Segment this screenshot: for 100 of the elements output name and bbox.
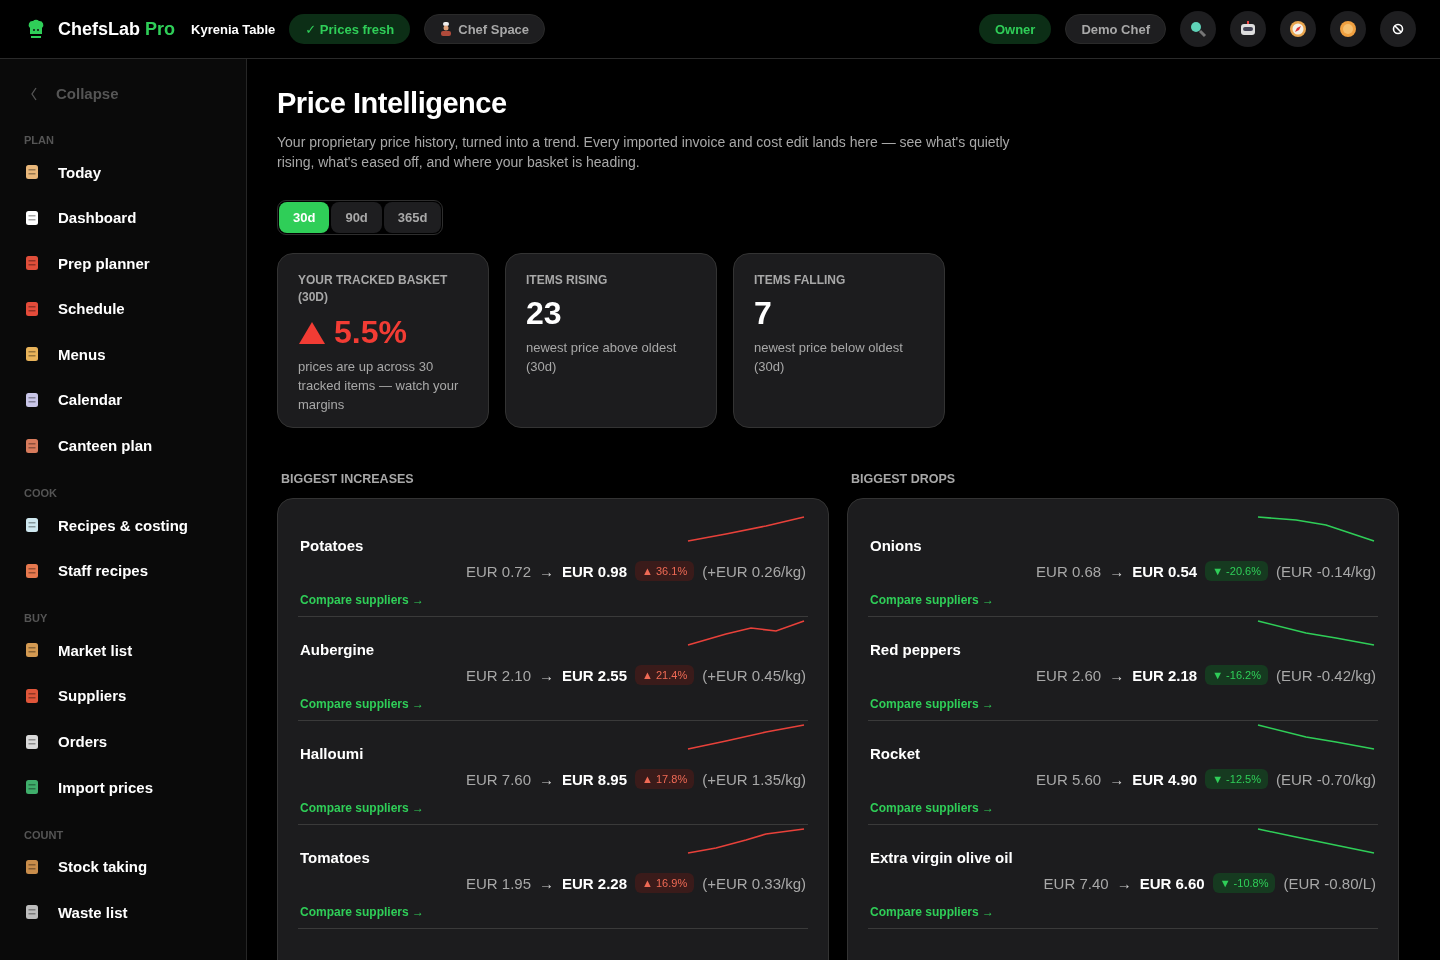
robot-icon	[1239, 20, 1257, 38]
stat-caption: newest price below oldest (30d)	[754, 339, 904, 376]
arrow: →	[539, 562, 554, 580]
stat-label: YOUR TRACKED BASKET (30D)	[298, 272, 449, 306]
compare-suppliers-link[interactable]: Compare suppliers →	[300, 801, 425, 815]
new-price: EUR 8.95	[562, 770, 628, 788]
nav-item[interactable]: Dashboard	[24, 207, 246, 228]
new-price: EUR 0.98	[562, 562, 628, 580]
item-name: Tomatoes	[300, 849, 370, 866]
stat-label: ITEMS RISING	[526, 272, 609, 289]
old-price: EUR 0.72	[465, 562, 531, 580]
stat-caption: newest price above oldest (30d)	[526, 339, 678, 376]
new-price: EUR 2.18	[1132, 666, 1198, 684]
old-price: EUR 1.95	[465, 874, 531, 892]
robot-button[interactable]	[1230, 11, 1266, 47]
price-delta: (EUR -0.80/L)	[1283, 874, 1376, 892]
old-price: EUR 7.60	[465, 770, 531, 788]
trend-value: 5.5%	[298, 314, 468, 351]
item-name: Red peppers	[870, 641, 961, 658]
page-title: Price Intelligence	[277, 87, 508, 120]
chevron-left-icon	[30, 85, 38, 102]
compare-suppliers-link[interactable]: Compare suppliers →	[300, 697, 425, 711]
arrow: →	[539, 770, 554, 788]
item-name: Onions	[870, 537, 922, 554]
nav-section-title: PLAN	[24, 134, 55, 146]
app-name: ChefsLab	[58, 18, 140, 40]
search-icon	[1189, 20, 1207, 38]
prohibited-icon	[1392, 23, 1404, 35]
compare-suppliers-link[interactable]: Compare suppliers →	[300, 593, 425, 607]
nav-item[interactable]: Canteen plan	[24, 435, 246, 456]
item-name: Halloumi	[300, 745, 364, 762]
old-price: EUR 7.40	[1043, 874, 1109, 892]
nav-item[interactable]: Today	[24, 162, 246, 182]
price-delta: (+EUR 0.26/kg)	[702, 562, 806, 580]
stat-value: 7	[754, 295, 773, 332]
change-badge: ▼ -12.5%	[1205, 769, 1268, 789]
nav-item[interactable]: Recipes & costing	[24, 515, 246, 536]
venue-name: Kyrenia Table	[191, 21, 276, 37]
compare-suppliers-link[interactable]: Compare suppliers →	[870, 801, 995, 815]
nav-item[interactable]: Market list	[24, 640, 246, 661]
arrow: →	[1116, 874, 1132, 892]
stat-label: ITEMS FALLING	[754, 272, 847, 289]
change-badge: ▼ -16.2%	[1205, 665, 1268, 685]
search-button[interactable]	[1180, 11, 1216, 47]
arrow: →	[539, 874, 554, 892]
new-price: EUR 2.28	[562, 874, 628, 892]
nav-item[interactable]: Suppliers	[24, 685, 246, 706]
up-triangle-icon	[298, 320, 326, 345]
arrow: →	[1109, 770, 1125, 788]
nav-item[interactable]: Prep planner	[24, 253, 246, 274]
arrow: →	[539, 666, 554, 684]
compass-button[interactable]	[1280, 11, 1316, 47]
nav-item[interactable]: Schedule	[24, 298, 246, 319]
user-button[interactable]: Demo Chef	[1065, 14, 1166, 44]
nav-item[interactable]: Staff recipes	[24, 560, 246, 581]
nav-item[interactable]: Calendar	[24, 389, 246, 410]
nav-item[interactable]: Import prices	[24, 777, 246, 798]
chef-space-button[interactable]: Chef Space	[424, 14, 546, 44]
change-badge: ▲ 16.9%	[635, 873, 695, 893]
new-price: EUR 6.60	[1139, 874, 1205, 892]
compare-suppliers-link[interactable]: Compare suppliers →	[870, 697, 995, 711]
section-title: BIGGEST DROPS	[851, 472, 957, 486]
nav-section-title: COOK	[24, 487, 58, 500]
role-badge: Owner	[978, 14, 1052, 44]
arrow: →	[1109, 562, 1125, 580]
new-price: EUR 2.55	[562, 666, 628, 684]
section-title: BIGGEST INCREASES	[281, 472, 415, 486]
nav-item[interactable]: Stock taking	[24, 856, 246, 877]
old-price: EUR 2.10	[465, 666, 531, 684]
app-edition: Pro	[145, 18, 176, 40]
stat-caption: prices are up across 30 tracked items — watch your margins	[298, 358, 460, 414]
price-delta: (EUR -0.14/kg)	[1275, 562, 1376, 580]
change-badge: ▲ 17.8%	[635, 769, 695, 789]
price-delta: (EUR -0.70/kg)	[1275, 770, 1376, 788]
new-price: EUR 0.54	[1132, 562, 1198, 580]
compare-suppliers-link[interactable]: Compare suppliers →	[870, 593, 995, 607]
nav-section-title: COUNT	[24, 828, 65, 841]
range-tab[interactable]: 365d	[383, 202, 442, 233]
status-badge: ✓ Prices fresh	[289, 14, 411, 44]
change-badge: ▲ 36.1%	[635, 561, 695, 581]
page-description: Your proprietary price history, turned into a trend. Every imported invoice and cost edit lands here — see what's quietly rising, what's eased off, and where your basket is heading.	[277, 133, 1011, 172]
compare-suppliers-link[interactable]: Compare suppliers →	[870, 905, 995, 919]
old-price: EUR 2.60	[1036, 666, 1102, 684]
change-badge: ▼ -20.6%	[1205, 561, 1268, 581]
nav-item[interactable]: Waste list	[24, 902, 246, 923]
range-tab[interactable]: 90d	[331, 202, 382, 233]
sun-button[interactable]	[1330, 11, 1366, 47]
old-price: EUR 5.60	[1036, 770, 1102, 788]
nav-item[interactable]: Menus	[24, 344, 246, 365]
scroll-icon	[24, 346, 40, 363]
price-delta: (+EUR 0.45/kg)	[702, 666, 806, 684]
old-price: EUR 0.68	[1036, 562, 1102, 580]
compass-icon	[1289, 20, 1307, 38]
compare-suppliers-link[interactable]: Compare suppliers →	[300, 905, 425, 919]
chef-figure-icon	[440, 22, 453, 36]
receipt-icon	[24, 733, 40, 750]
stat-value: 23	[526, 295, 563, 332]
sun-icon	[1339, 20, 1357, 38]
block-button[interactable]	[1380, 11, 1416, 47]
nav-item[interactable]: Orders	[24, 731, 246, 752]
